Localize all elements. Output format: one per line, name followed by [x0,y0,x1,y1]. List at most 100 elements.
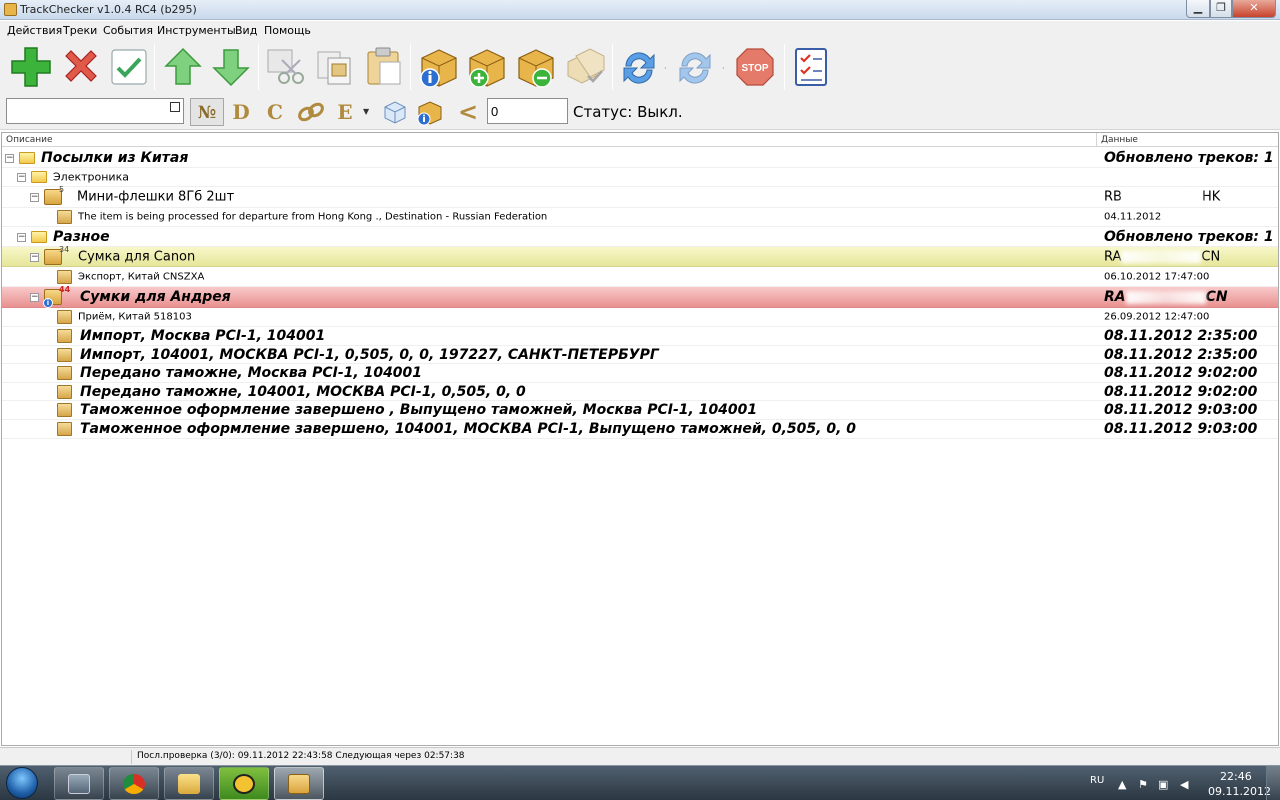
tree-row-event-new[interactable]: Таможенное оформление завершено , Выпуще… [2,401,1278,420]
event-package-icon [57,210,72,224]
package-info-icon[interactable] [416,44,462,90]
column-description[interactable]: Описание [6,135,53,145]
cut-icon[interactable] [262,44,308,90]
start-button[interactable] [2,766,42,800]
filter-c-button[interactable]: C [262,98,288,126]
filter-d-button[interactable]: D [228,98,254,126]
delete-icon[interactable] [58,44,104,90]
tree-row-event-new[interactable]: Импорт, 104001, МОСКВА PCI-1, 0,505, 0, … [2,346,1278,364]
cube-icon[interactable] [381,98,409,126]
flag-icon[interactable]: ⚑ [1138,778,1148,791]
tree-row-event[interactable]: Приём, Китай 518103 26.09.2012 12:47:00 [2,308,1278,327]
packages-check-icon[interactable] [562,44,608,90]
move-up-icon[interactable] [160,44,206,90]
collapse-icon[interactable]: − [30,193,39,202]
clock-time[interactable]: 22:46 [1220,770,1252,783]
row-label: Посылки из Китая [41,149,189,166]
menu-events[interactable]: События [103,24,153,37]
filter-number-button[interactable]: № [190,98,224,126]
toolbar-separator [410,44,411,90]
copy-icon[interactable] [312,44,358,90]
taskbar: RU ▲ ⚑ ▣ ◀ 22:46 09.11.2012 [0,765,1280,800]
tree-row-group[interactable]: − Посылки из Китая Обновлено треков: 1 [2,148,1278,168]
tree-row-category[interactable]: − Электроника [2,168,1278,187]
show-hidden-icons[interactable]: ▲ [1118,778,1126,791]
search-checkbox[interactable] [170,102,180,112]
row-label: Сумки для Андрея [80,289,231,305]
row-data: 04.11.2012 [1104,211,1162,223]
package-add-icon[interactable] [464,44,510,90]
chrome-icon [123,774,145,794]
menu-help[interactable]: Помощь [264,24,311,37]
move-down-icon[interactable] [208,44,254,90]
row-label: Разное [53,228,110,245]
taskbar-trackchecker[interactable] [274,767,324,800]
collapse-icon[interactable]: − [5,153,14,163]
language-indicator[interactable]: RU [1090,775,1104,786]
dropdown-arrow-icon[interactable]: ▼ [363,107,369,116]
refresh-icon[interactable] [616,44,662,90]
maximize-button[interactable]: ❐ [1210,0,1232,18]
tree-row-group[interactable]: − Разное Обновлено треков: 1 [2,227,1278,247]
search-input[interactable] [6,98,184,124]
taskbar-chrome[interactable] [109,767,159,800]
row-data: 08.11.2012 9:03:00 [1104,402,1258,418]
row-data: 08.11.2012 2:35:00 [1104,328,1258,344]
dropdown-arrow-icon[interactable]: · [722,64,728,73]
paste-icon[interactable] [362,44,408,90]
stop-icon[interactable]: STOP [732,44,778,90]
checklist-icon[interactable] [788,44,834,90]
network-icon[interactable]: ▣ [1158,778,1168,791]
dropdown-arrow-icon[interactable]: · [664,64,670,73]
menu-actions[interactable]: Действия [7,24,62,37]
row-data: Обновлено треков: 1 [1104,149,1274,166]
event-package-icon [57,347,72,362]
collapse-icon[interactable]: − [17,232,26,242]
column-divider[interactable] [1096,133,1097,147]
redacted-blur [1121,190,1202,204]
collapse-icon[interactable]: − [30,252,39,262]
tree-row-event[interactable]: Экспорт, Китай CNSZXA 06.10.2012 17:47:0… [2,267,1278,287]
show-desktop-button[interactable] [1266,766,1280,800]
tree-row-track[interactable]: − 34 Сумка для Canon RA CN [2,245,1278,267]
windows-logo-icon [6,767,38,799]
tree-row-event-new[interactable]: Передано таможне, 104001, МОСКВА PCI-1, … [2,383,1278,401]
collapse-icon[interactable]: − [30,293,39,302]
add-icon[interactable] [8,44,54,90]
package-info-small-icon[interactable] [414,98,444,126]
menu-tracks[interactable]: Треки [63,24,97,37]
link-icon[interactable] [296,100,326,124]
taskbar-file-explorer[interactable] [164,767,214,800]
collapse-icon[interactable]: − [17,173,26,182]
refresh-all-icon[interactable] [672,44,718,90]
confirm-icon[interactable] [106,44,152,90]
count-input[interactable] [487,98,568,124]
menu-view[interactable]: Вид [235,24,257,37]
less-than-button[interactable]: < [454,98,482,126]
close-button[interactable]: ✕ [1232,0,1276,18]
column-data[interactable]: Данные [1101,135,1138,145]
tree-row-track[interactable]: − 44 i Сумки для Андрея RA CN [2,285,1278,308]
taskbar-explorer-computer[interactable] [54,767,104,800]
package-remove-icon[interactable] [513,44,559,90]
clock-date[interactable]: 09.11.2012 [1208,785,1271,798]
svg-text:STOP: STOP [741,63,768,74]
volume-icon[interactable]: ◀ [1180,778,1188,791]
row-label: Таможенное оформление завершено , Выпуще… [80,402,758,418]
track-tree[interactable]: Описание Данные − Посылки из Китая Обнов… [1,132,1279,746]
folder-icon [178,774,200,794]
filter-e-button[interactable]: E [332,98,358,126]
minimize-button[interactable]: ▁ [1186,0,1210,18]
row-data: 08.11.2012 9:03:00 [1104,421,1258,437]
tree-row-event-new[interactable]: Импорт, Москва PCI-1, 104001 08.11.2012 … [2,327,1278,346]
tree-row-event[interactable]: The item is being processed for departur… [2,208,1278,227]
tree-header: Описание Данные [2,133,1278,147]
tree-row-track[interactable]: − 5 Мини-флешки 8Гб 2шт RB HK [2,185,1278,208]
menu-tools[interactable]: Инструменты [157,24,236,37]
tree-row-event-new[interactable]: Передано таможне, Москва PCI-1, 104001 0… [2,364,1278,383]
toolbar-separator [784,44,785,90]
row-data: 26.09.2012 12:47:00 [1104,311,1210,323]
tree-row-event-new[interactable]: Таможенное оформление завершено, 104001,… [2,420,1278,439]
taskbar-app-green[interactable] [219,767,269,800]
event-package-icon [57,329,72,343]
